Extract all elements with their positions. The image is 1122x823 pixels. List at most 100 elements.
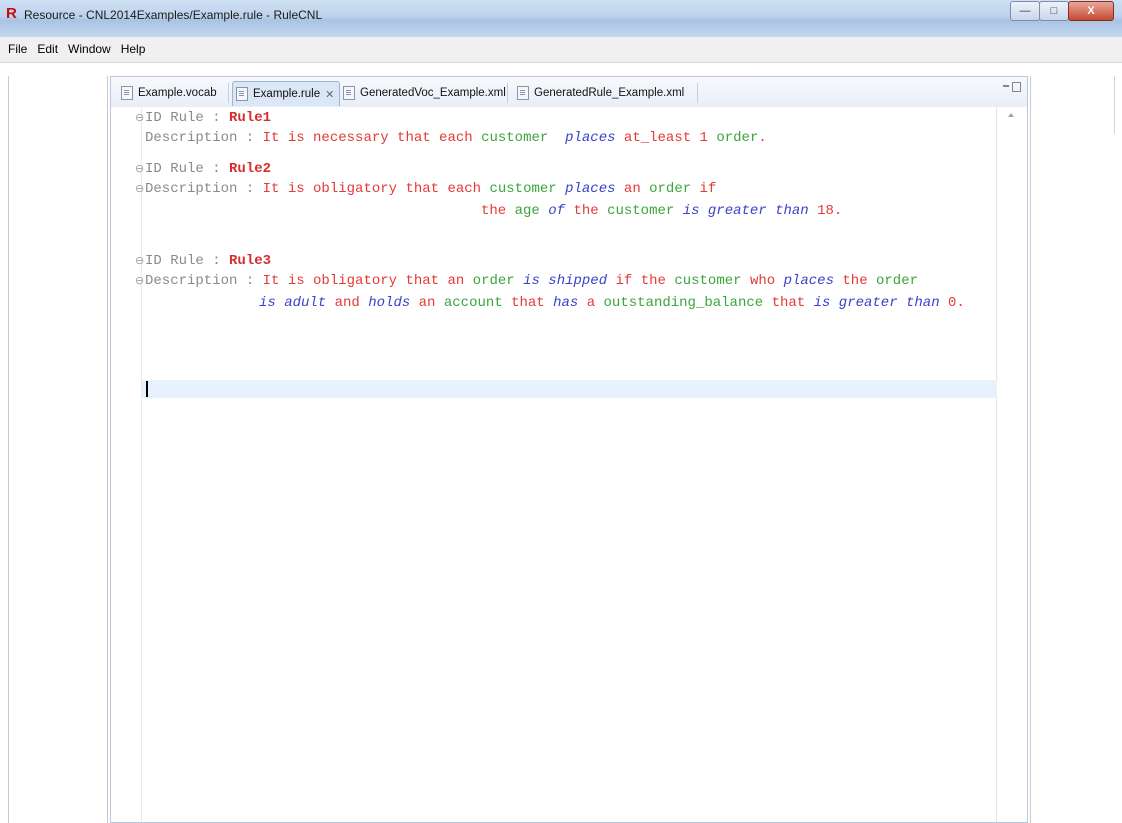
tab-example-vocab[interactable]: Example.vocab bbox=[121, 81, 217, 105]
fold-toggle-icon[interactable]: ⊖ bbox=[135, 164, 145, 175]
tab-label: Example.vocab bbox=[138, 87, 217, 99]
tab-separator bbox=[228, 83, 229, 103]
rule-text: if the bbox=[607, 273, 675, 289]
rule3-id-line: ID Rule : Rule3 bbox=[145, 252, 271, 270]
concept-term: customer bbox=[607, 203, 675, 219]
concept-term: customer bbox=[489, 181, 557, 197]
tab-example-rule[interactable]: Example.rule ✕ bbox=[232, 81, 341, 106]
minimize-view-icon[interactable] bbox=[1003, 85, 1009, 90]
file-icon bbox=[343, 86, 355, 100]
rule-text bbox=[548, 130, 556, 146]
rule-text: that bbox=[502, 295, 554, 311]
window-controls: — □ X bbox=[1010, 1, 1114, 21]
fold-toggle-icon[interactable]: ⊖ bbox=[135, 256, 145, 267]
concept-term: customer bbox=[481, 130, 549, 146]
description-keyword: Description : bbox=[145, 181, 263, 197]
rule-text: an bbox=[410, 295, 444, 311]
rule-text: that bbox=[763, 295, 814, 311]
tab-generated-voc[interactable]: GeneratedVoc_Example.xml bbox=[343, 81, 506, 105]
view-controls bbox=[1003, 82, 1021, 92]
id-keyword: ID Rule : bbox=[145, 110, 230, 126]
menu-help[interactable]: Help bbox=[116, 37, 151, 62]
description-keyword: Description : bbox=[145, 130, 263, 146]
concept-term: account bbox=[443, 295, 503, 311]
rule-text: the bbox=[833, 273, 876, 289]
verb-term: of bbox=[548, 203, 566, 219]
concept-term: age bbox=[514, 203, 540, 219]
vertical-scrollbar[interactable] bbox=[996, 107, 1027, 822]
rule-text: who bbox=[741, 273, 784, 289]
tab-label: Example.rule bbox=[253, 88, 321, 100]
window-title: Resource - CNL2014Examples/Example.rule … bbox=[24, 8, 323, 22]
maximize-button[interactable]: □ bbox=[1039, 1, 1069, 21]
current-line-highlight bbox=[142, 380, 997, 398]
rule2-description-line: Description : It is obligatory that each… bbox=[145, 180, 716, 198]
file-icon bbox=[236, 87, 248, 101]
verb-term: has bbox=[553, 295, 579, 311]
verb-term: places bbox=[783, 273, 834, 289]
verb-term: is greater than bbox=[813, 295, 940, 311]
rule-text: the bbox=[565, 203, 608, 219]
rule1-id-line: ID Rule : Rule1 bbox=[145, 109, 271, 127]
concept-term: customer bbox=[674, 273, 742, 289]
verb-term: places bbox=[565, 130, 616, 146]
right-view-pane bbox=[1030, 76, 1122, 823]
left-view-pane bbox=[8, 76, 108, 823]
file-icon bbox=[121, 86, 133, 100]
tab-label: GeneratedRule_Example.xml bbox=[534, 87, 685, 99]
id-keyword: ID Rule : bbox=[145, 161, 230, 177]
rule-text: . bbox=[758, 130, 767, 146]
rule1-description-line: Description : It is necessary that each … bbox=[145, 129, 767, 147]
fold-toggle-icon[interactable]: ⊖ bbox=[135, 184, 145, 195]
close-button[interactable]: X bbox=[1068, 1, 1114, 21]
file-icon bbox=[517, 86, 529, 100]
rule-text: It is necessary that each bbox=[262, 130, 482, 146]
id-keyword: ID Rule : bbox=[145, 253, 230, 269]
rule-id: Rule2 bbox=[229, 161, 272, 177]
rule-text: 18. bbox=[808, 203, 843, 219]
rule-text: and bbox=[326, 295, 369, 311]
rule-id: Rule1 bbox=[229, 110, 272, 126]
verb-term: is adult bbox=[259, 295, 327, 311]
concept-term: order bbox=[472, 273, 515, 289]
text-caret bbox=[146, 381, 148, 397]
tab-generated-rule[interactable]: GeneratedRule_Example.xml bbox=[517, 81, 684, 105]
rule-text: It is obligatory that an bbox=[262, 273, 473, 289]
concept-term: order bbox=[716, 130, 759, 146]
rule-text: a bbox=[578, 295, 604, 311]
title-bar: R Resource - CNL2014Examples/Example.rul… bbox=[0, 0, 1122, 37]
tab-label: GeneratedVoc_Example.xml bbox=[360, 87, 506, 99]
concept-term: outstanding_balance bbox=[603, 295, 764, 311]
concept-term: order bbox=[876, 273, 919, 289]
menu-window[interactable]: Window bbox=[63, 37, 116, 62]
concept-term: order bbox=[649, 181, 692, 197]
right-pane-divider bbox=[1114, 76, 1122, 134]
verb-term: holds bbox=[368, 295, 411, 311]
rule-text: an bbox=[615, 181, 650, 197]
rule-text: at_least 1 bbox=[615, 130, 717, 146]
scroll-up-arrow-icon[interactable] bbox=[1008, 113, 1014, 117]
code-editor[interactable]: ⊖ ID Rule : Rule1 Description : It is ne… bbox=[111, 107, 1027, 822]
minimize-button[interactable]: — bbox=[1010, 1, 1040, 21]
menu-bar: File Edit Window Help bbox=[0, 37, 1122, 63]
verb-term: places bbox=[565, 181, 616, 197]
verb-term: is greater than bbox=[682, 203, 809, 219]
rule-text: It is obligatory that each bbox=[262, 181, 490, 197]
description-keyword: Description : bbox=[145, 273, 263, 289]
menu-file[interactable]: File bbox=[0, 37, 32, 62]
fold-toggle-icon[interactable]: ⊖ bbox=[135, 276, 145, 287]
editor-tab-bar: Example.vocab Example.rule ✕ GeneratedVo… bbox=[111, 77, 1027, 108]
rule3-description-continuation: is adult and holds an account that has a… bbox=[259, 294, 965, 312]
rule2-id-line: ID Rule : Rule2 bbox=[145, 160, 271, 178]
close-tab-icon[interactable]: ✕ bbox=[325, 88, 334, 101]
fold-toggle-icon[interactable]: ⊖ bbox=[135, 113, 145, 124]
editor-ruler bbox=[111, 107, 142, 822]
editor-panel: Example.vocab Example.rule ✕ GeneratedVo… bbox=[110, 76, 1028, 823]
tab-separator bbox=[697, 83, 698, 103]
rule-text: the bbox=[481, 203, 515, 219]
maximize-view-icon[interactable] bbox=[1012, 82, 1021, 92]
rule3-description-line: Description : It is obligatory that an o… bbox=[145, 272, 918, 290]
verb-term: is shipped bbox=[523, 273, 608, 289]
menu-edit[interactable]: Edit bbox=[32, 37, 63, 62]
rule2-description-continuation: the age of the customer is greater than … bbox=[481, 202, 842, 220]
